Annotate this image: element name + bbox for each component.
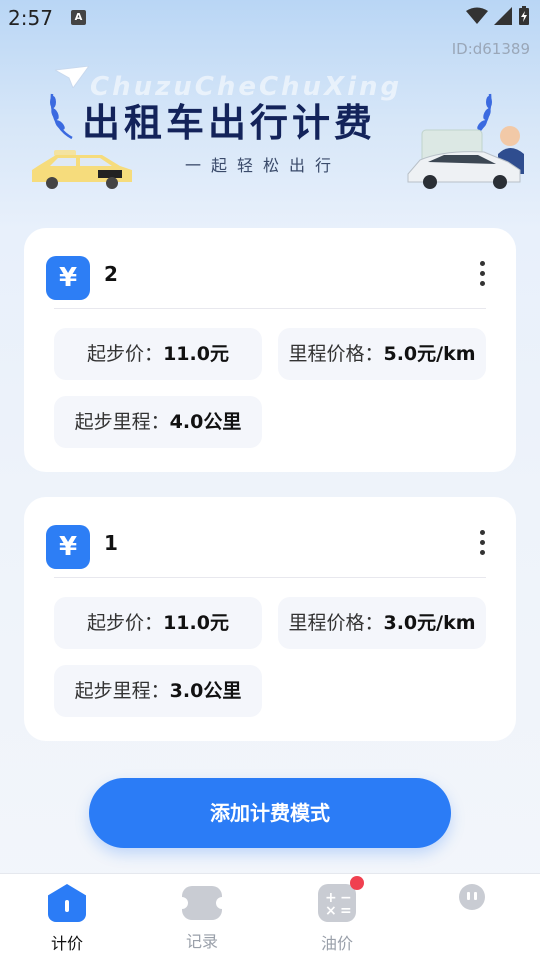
ticket-icon xyxy=(176,886,228,920)
tab-label: 计价 xyxy=(50,934,83,953)
pricing-card[interactable]: ¥ 2 起步价：11.0元 里程价格：5.0元/km 起步里程：4.0公里 xyxy=(24,228,516,472)
field-value: 5.0元/km xyxy=(383,343,476,365)
banner-title: 出租车出行计费 xyxy=(82,100,377,145)
calculator-icon: + − × = xyxy=(318,876,364,922)
car-illustration xyxy=(407,126,524,189)
status-time: 2:57 xyxy=(8,6,53,30)
home-icon xyxy=(48,884,86,922)
laurel-left-icon xyxy=(50,93,73,140)
field-value: 11.0元 xyxy=(163,612,229,634)
status-bar: 2:57 A xyxy=(0,0,540,36)
profile-icon xyxy=(459,884,485,910)
tab-label: 油价 xyxy=(320,934,353,953)
taxi-illustration xyxy=(32,150,132,189)
tab-records[interactable]: 记录 xyxy=(162,884,242,952)
wifi-icon xyxy=(466,7,488,24)
banner: ChuzuCheChuXing 出租车出行计费 一起轻松出行 xyxy=(0,60,540,210)
start-price-field: 起步价：11.0元 xyxy=(54,597,262,649)
battery-icon xyxy=(519,6,529,25)
pricing-card[interactable]: ¥ 1 起步价：11.0元 里程价格：3.0元/km 起步里程：3.0公里 xyxy=(24,497,516,741)
mileage-price-field: 里程价格：3.0元/km xyxy=(278,597,486,649)
field-label: 起步价： xyxy=(87,612,164,634)
field-label: 起步价： xyxy=(87,343,164,365)
divider xyxy=(54,577,486,578)
field-label: 起步里程： xyxy=(74,411,170,433)
start-price-field: 起步价：11.0元 xyxy=(54,328,262,380)
field-value: 3.0公里 xyxy=(169,680,242,702)
start-mileage-field: 起步里程：3.0公里 xyxy=(54,665,262,717)
yen-icon: ¥ xyxy=(46,525,90,569)
field-value: 11.0元 xyxy=(163,343,229,365)
divider xyxy=(54,308,486,309)
yen-icon: ¥ xyxy=(46,256,90,300)
field-label: 里程价格： xyxy=(288,343,384,365)
notification-icon: A xyxy=(71,10,86,25)
tab-label: 记录 xyxy=(185,932,218,951)
field-label: 起步里程： xyxy=(74,680,170,702)
bottom-tab-bar: 计价 记录 + − × = 油价 xyxy=(0,873,540,960)
more-options-icon[interactable] xyxy=(472,525,492,565)
start-mileage-field: 起步里程：4.0公里 xyxy=(54,396,262,448)
field-value: 4.0公里 xyxy=(169,411,242,433)
add-pricing-mode-button[interactable]: 添加计费模式 xyxy=(89,778,451,848)
app-id: ID:d61389 xyxy=(451,40,530,58)
card-header: ¥ 2 xyxy=(46,252,494,300)
more-options-icon[interactable] xyxy=(472,256,492,296)
mileage-price-field: 里程价格：5.0元/km xyxy=(278,328,486,380)
paper-plane-icon xyxy=(55,66,89,88)
card-title: 2 xyxy=(104,262,118,286)
status-icons xyxy=(466,6,530,26)
banner-subtitle: 一起轻松出行 xyxy=(185,156,342,175)
signal-icon xyxy=(494,7,512,25)
field-label: 里程价格： xyxy=(288,612,384,634)
card-header: ¥ 1 xyxy=(46,521,494,569)
card-title: 1 xyxy=(104,531,118,555)
notification-badge xyxy=(350,876,364,890)
tab-profile[interactable] xyxy=(432,884,512,918)
tab-pricing[interactable]: 计价 xyxy=(27,884,107,954)
tab-fuel-price[interactable]: + − × = 油价 xyxy=(297,876,377,954)
field-value: 3.0元/km xyxy=(383,612,476,634)
